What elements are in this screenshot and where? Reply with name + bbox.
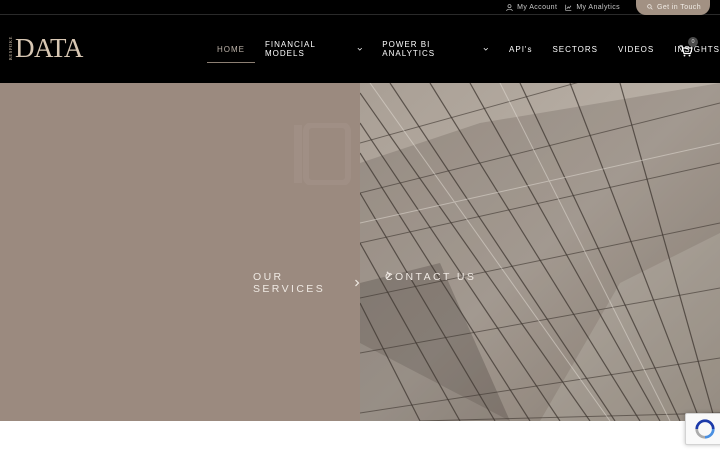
contact-us-link[interactable]: CONTACT US bbox=[385, 271, 476, 283]
our-services-link[interactable]: OUR SERVICES bbox=[253, 271, 360, 295]
watermark-shape bbox=[292, 122, 352, 186]
nav-item-label: VIDEOS bbox=[617, 44, 655, 54]
logo-main-text: DATA bbox=[15, 33, 83, 63]
nav-item-label: POWER BI ANALYTICS bbox=[382, 40, 436, 58]
top-utility-bar: My Account My Analytics Get in Touch bbox=[0, 0, 720, 15]
cart-count-badge: 0 bbox=[688, 37, 698, 47]
logo-small-text: BESPOKE bbox=[8, 36, 13, 61]
chevron-down-icon bbox=[357, 47, 362, 51]
get-in-touch-label: Get in Touch bbox=[657, 3, 701, 11]
cart-button[interactable]: 0 bbox=[679, 37, 699, 62]
chevron-right-icon bbox=[386, 271, 392, 279]
chevron-down-icon bbox=[484, 47, 489, 51]
recaptcha-badge[interactable] bbox=[685, 413, 720, 445]
hero-section: OUR SERVICES CONTACT US bbox=[0, 83, 720, 421]
main-header: BESPOKE DATA HOME FINANCIAL MODELS POWER… bbox=[0, 15, 720, 83]
my-analytics-link[interactable]: My Analytics bbox=[565, 4, 620, 11]
search-icon bbox=[647, 4, 653, 10]
nav-item-label: SECTORS bbox=[552, 44, 598, 54]
nav-item-financial-models[interactable]: FINANCIAL MODELS bbox=[265, 15, 362, 83]
nav-item-power-bi-analytics[interactable]: POWER BI ANALYTICS bbox=[382, 15, 489, 83]
hero-left-panel: OUR SERVICES bbox=[0, 83, 360, 421]
chart-icon bbox=[565, 4, 572, 11]
recaptcha-icon bbox=[695, 419, 715, 439]
nav-item-sectors[interactable]: SECTORS bbox=[552, 15, 598, 83]
my-account-link[interactable]: My Account bbox=[506, 4, 557, 11]
our-services-label: OUR SERVICES bbox=[253, 271, 326, 295]
nav-item-label: API's bbox=[509, 44, 533, 54]
nav-item-home[interactable]: HOME bbox=[207, 15, 255, 83]
content-section bbox=[0, 421, 720, 450]
nav-item-videos[interactable]: VIDEOS bbox=[618, 15, 654, 83]
my-analytics-label: My Analytics bbox=[576, 3, 621, 11]
user-icon bbox=[506, 3, 513, 11]
hero-building-image: CONTACT US bbox=[360, 83, 720, 421]
main-nav: HOME FINANCIAL MODELS POWER BI ANALYTICS… bbox=[207, 15, 720, 83]
get-in-touch-button[interactable]: Get in Touch bbox=[636, 0, 710, 15]
building-glass-facade bbox=[360, 83, 720, 421]
site-logo[interactable]: BESPOKE DATA bbox=[8, 35, 83, 62]
my-account-label: My Account bbox=[517, 3, 558, 11]
contact-us-label: CONTACT US bbox=[385, 271, 477, 283]
nav-item-label: FINANCIAL MODELS bbox=[265, 40, 316, 58]
nav-item-label: HOME bbox=[217, 44, 245, 54]
nav-item-apis[interactable]: API's bbox=[509, 15, 532, 83]
